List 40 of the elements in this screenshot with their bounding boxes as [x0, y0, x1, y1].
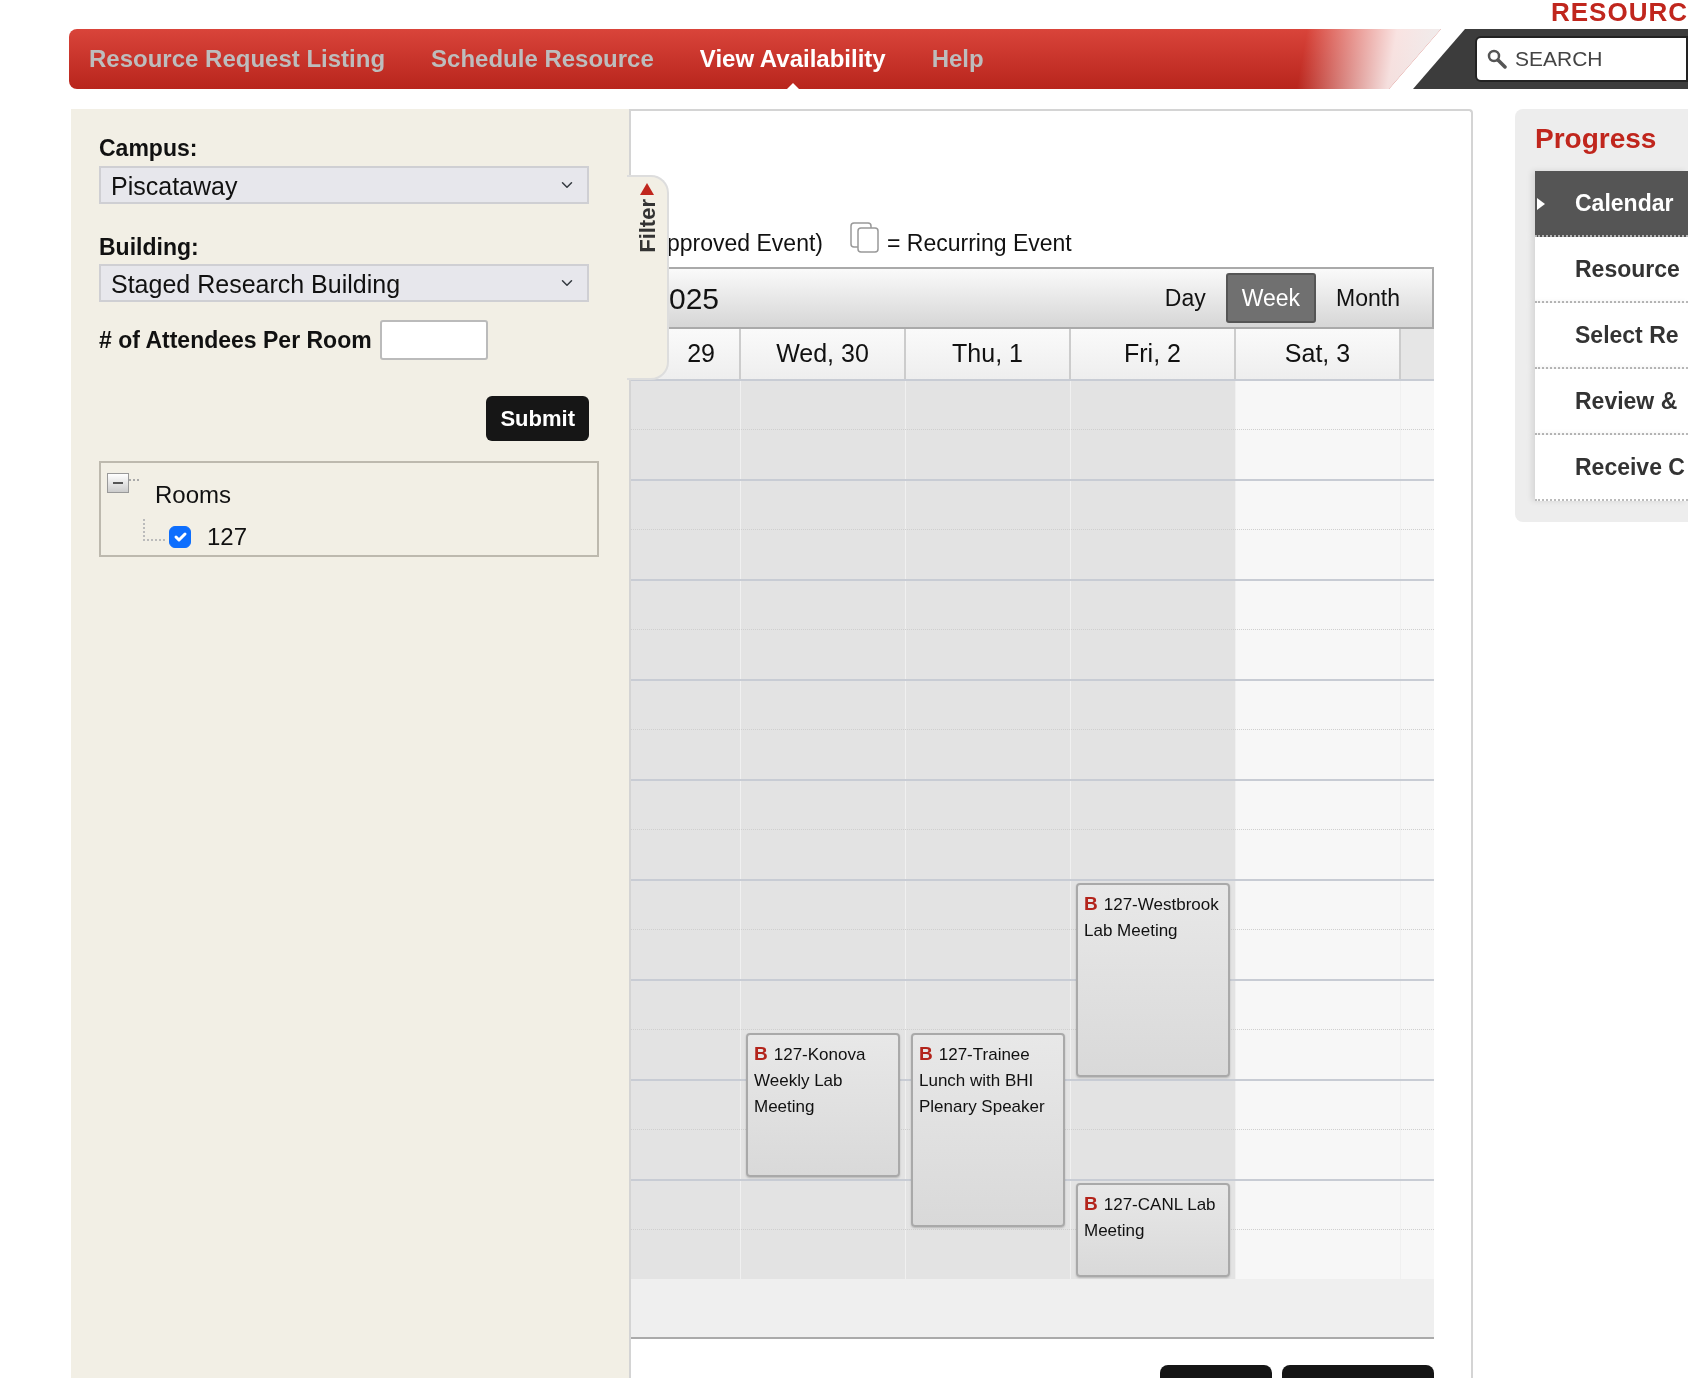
- attendees-input[interactable]: [379, 320, 488, 360]
- search-field[interactable]: SEARCH: [1475, 36, 1688, 82]
- tree-label: Rooms: [155, 480, 232, 510]
- calendar-event[interactable]: B 127-Konova Weekly Lab Meeting: [746, 1033, 900, 1177]
- collapse-icon[interactable]: [107, 473, 129, 493]
- logo-text: RESOURC: [1551, 0, 1688, 26]
- triangle-icon: [640, 183, 654, 195]
- field-label: Campus:: [99, 134, 199, 163]
- room-label: 127: [207, 522, 248, 552]
- view-tab[interactable]: Month: [1322, 274, 1414, 322]
- nav-link[interactable]: View Availability: [699, 29, 886, 89]
- view-tab[interactable]: Week: [1225, 272, 1317, 324]
- progress-step: Receive C: [1535, 435, 1688, 501]
- calendar-event[interactable]: B 127-Westbrook Lab Meeting: [1076, 883, 1230, 1077]
- day-header: Thu, 1: [906, 329, 1071, 379]
- room-checkbox[interactable]: [169, 526, 191, 548]
- pointer-icon: [1537, 198, 1545, 210]
- progress-step: Resource: [1535, 237, 1688, 303]
- legend-text: = Recurring Event: [887, 228, 1072, 258]
- calendar-event[interactable]: B 127-CANL Lab Meeting: [1076, 1183, 1230, 1277]
- filter-tab[interactable]: Filter: [627, 175, 669, 380]
- day-header: Fri, 2: [1071, 329, 1236, 379]
- legend-text: pproved Event): [667, 228, 823, 258]
- search-icon: [1487, 49, 1507, 69]
- field-label: # of Attendees Per Room: [99, 325, 372, 355]
- day-header: Wed, 30: [741, 329, 906, 379]
- progress-title: Progress: [1535, 122, 1658, 156]
- view-tab[interactable]: Day: [1150, 274, 1220, 322]
- progress-step: Review &: [1535, 369, 1688, 435]
- calendar-event[interactable]: B 127-Trainee Lunch with BHI Plenary Speaker: [911, 1033, 1065, 1227]
- dropdown[interactable]: Piscataway: [99, 165, 589, 204]
- tree-connector: [143, 519, 165, 541]
- field-label: Building:: [99, 232, 200, 262]
- recurring-icon: [849, 222, 881, 254]
- day-header: Sat, 3: [1236, 329, 1401, 379]
- progress-step: Calendar: [1535, 171, 1688, 237]
- submit-button[interactable]: Submit: [486, 396, 589, 441]
- calendar-title: 025: [669, 280, 721, 317]
- dropdown[interactable]: Staged Research Building: [99, 264, 589, 302]
- progress-step: Select Re: [1535, 303, 1688, 369]
